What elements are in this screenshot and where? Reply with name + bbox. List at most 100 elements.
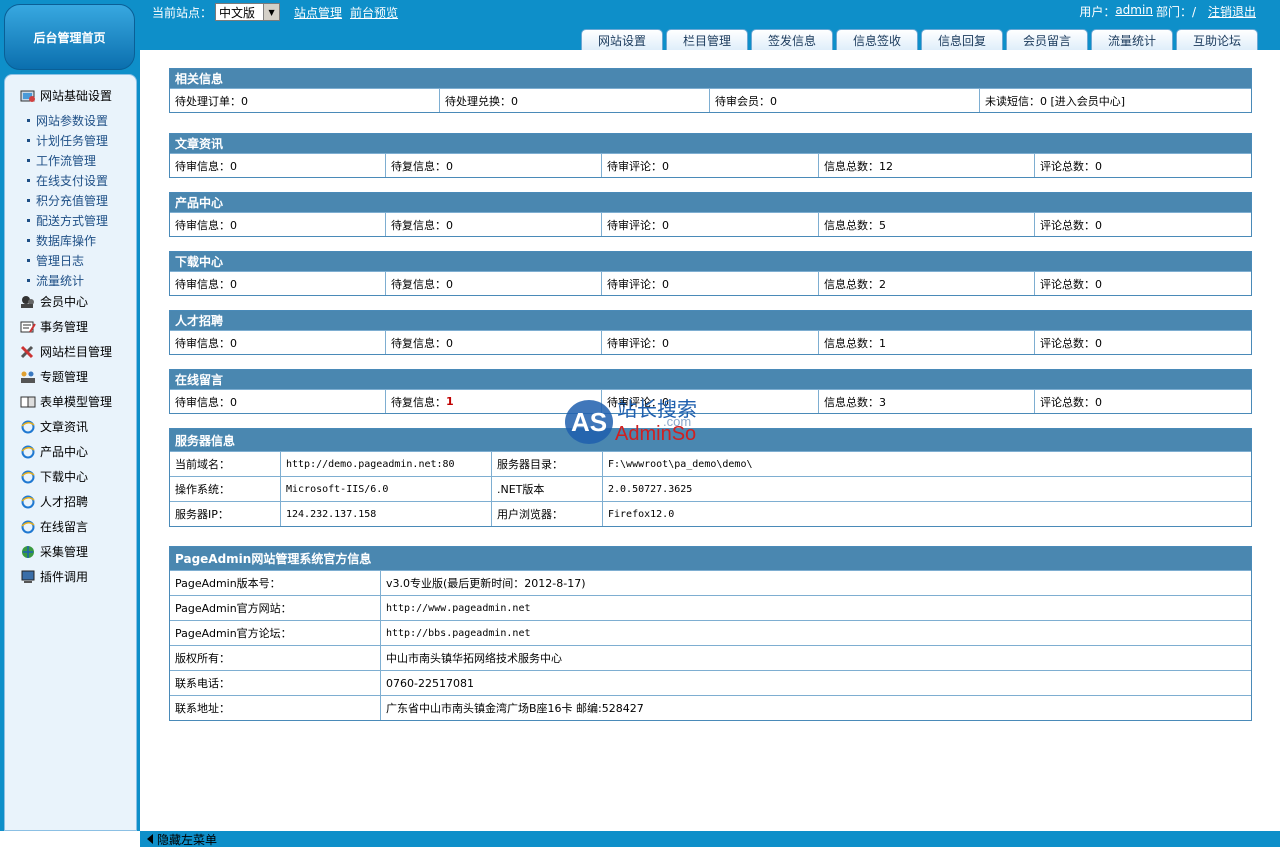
sidebar-sub-online-payment[interactable]: 在线支付设置 bbox=[27, 172, 108, 189]
official-forum-link[interactable]: http://bbs.pageadmin.net bbox=[381, 621, 1251, 645]
table-row: 当前域名： http://demo.pageadmin.net:80 服务器目录… bbox=[170, 451, 1251, 476]
table-row: 版权所有： 中山市南头镇华拓网络技术服务中心 bbox=[170, 645, 1251, 670]
panel-title: 在线留言 bbox=[170, 370, 1251, 389]
row-label: PageAdmin版本号： bbox=[170, 571, 381, 595]
stat-cell: 待审评论：0 bbox=[602, 272, 819, 295]
bullet-icon bbox=[27, 119, 30, 122]
sidebar-item-label: 网站基础设置 bbox=[40, 89, 113, 103]
sidebar-item-plugins[interactable]: 插件调用 bbox=[19, 568, 88, 585]
user-name-link[interactable]: admin bbox=[1115, 3, 1153, 20]
pending-orders: 待处理订单：0 bbox=[170, 89, 440, 112]
sidebar-item-guestbook[interactable]: 在线留言 bbox=[19, 518, 88, 535]
row-label: 版权所有： bbox=[170, 646, 381, 670]
row-value: Firefox12.0 bbox=[608, 508, 675, 520]
sidebar-item-downloads[interactable]: 下载中心 bbox=[19, 468, 88, 485]
bullet-icon bbox=[27, 259, 30, 262]
sidebar-item-column-manage[interactable]: 网站栏目管理 bbox=[19, 343, 112, 360]
sidebar-item-articles[interactable]: 文章资讯 bbox=[19, 418, 88, 435]
sidebar-item-topics[interactable]: 专题管理 bbox=[19, 368, 88, 385]
sidebar-sub-label: 工作流管理 bbox=[36, 154, 97, 168]
tab-forum[interactable]: 互助论坛 bbox=[1176, 29, 1258, 50]
sidebar-sub-traffic[interactable]: 流量统计 bbox=[27, 272, 84, 289]
logout-link[interactable]: 注销退出 bbox=[1208, 3, 1256, 20]
user-info: 用户： admin 部门：/ 注销退出 bbox=[1079, 3, 1256, 20]
official-website-link[interactable]: http://www.pageadmin.net bbox=[381, 596, 1251, 620]
table-row: 待审信息：0 待复信息：0 待审评论：0 信息总数：1 评论总数：0 bbox=[170, 330, 1251, 354]
globe-icon bbox=[19, 544, 37, 560]
sidebar-item-products[interactable]: 产品中心 bbox=[19, 443, 88, 460]
stat-cell: 评论总数：0 bbox=[1040, 395, 1102, 409]
panel-title: 产品中心 bbox=[170, 193, 1251, 212]
tab-reply-info[interactable]: 信息回复 bbox=[921, 29, 1003, 50]
sidebar-sub-scheduled-tasks[interactable]: 计划任务管理 bbox=[27, 132, 108, 149]
site-select[interactable]: 中文版 ▼ bbox=[215, 3, 281, 21]
sidebar-sub-label: 计划任务管理 bbox=[36, 134, 109, 148]
bullet-icon bbox=[27, 239, 30, 242]
tab-traffic-stats[interactable]: 流量统计 bbox=[1091, 29, 1173, 50]
sidebar-sub-shipping[interactable]: 配送方式管理 bbox=[27, 212, 108, 229]
admin-home-button[interactable]: 后台管理首页 bbox=[4, 4, 135, 70]
members-icon bbox=[19, 294, 37, 310]
unread-messages[interactable]: 未读短信：0 [进入会员中心] bbox=[980, 89, 1251, 112]
tasks-icon bbox=[19, 319, 37, 335]
stat-cell: 待审信息：0 bbox=[170, 331, 386, 354]
tab-site-settings[interactable]: 网站设置 bbox=[581, 29, 663, 50]
sidebar-item-form-models[interactable]: 表单模型管理 bbox=[19, 393, 112, 410]
sidebar-item-recruitment[interactable]: 人才招聘 bbox=[19, 493, 88, 510]
tab-member-messages[interactable]: 会员留言 bbox=[1006, 29, 1088, 50]
sidebar-item-members[interactable]: 会员中心 bbox=[19, 293, 88, 310]
table-row: PageAdmin官方网站： http://www.pageadmin.net bbox=[170, 595, 1251, 620]
hide-menu-button[interactable]: 隐藏左菜单 bbox=[157, 831, 217, 847]
pending-exchanges: 待处理兑换：0 bbox=[440, 89, 710, 112]
pending-members: 待审会员：0 bbox=[710, 89, 980, 112]
front-preview-link[interactable]: 前台预览 bbox=[350, 4, 398, 21]
sidebar-item-basic-settings[interactable]: 网站基础设置 bbox=[19, 87, 112, 104]
collapse-left-icon[interactable] bbox=[147, 834, 153, 844]
pending-reply-count[interactable]: 1 bbox=[446, 395, 454, 408]
panel-title: 服务器信息 bbox=[170, 429, 1251, 451]
sidebar-sub-label: 积分充值管理 bbox=[36, 194, 109, 208]
row-value: http://demo.pageadmin.net:80 bbox=[281, 452, 492, 476]
tab-column-manage[interactable]: 栏目管理 bbox=[666, 29, 748, 50]
table-row: 联系地址： 广东省中山市南头镇金湾广场B座16卡 邮编:528427 bbox=[170, 695, 1251, 720]
sidebar-item-label: 网站栏目管理 bbox=[40, 345, 113, 359]
row-value: 124.232.137.158 bbox=[281, 502, 492, 526]
panel-title: 文章资讯 bbox=[170, 134, 1251, 153]
tab-publish-info[interactable]: 签发信息 bbox=[751, 29, 833, 50]
row-value: 中山市南头镇华拓网络技术服务中心 bbox=[386, 652, 562, 665]
sidebar-sub-site-params[interactable]: 网站参数设置 bbox=[27, 112, 108, 129]
stat-cell: 评论总数：0 bbox=[1040, 159, 1102, 173]
ie-icon bbox=[19, 519, 37, 535]
current-site-label: 当前站点： bbox=[152, 5, 213, 20]
sidebar-item-collector[interactable]: 采集管理 bbox=[19, 543, 88, 560]
sidebar-sub-label: 管理日志 bbox=[36, 254, 85, 268]
row-label: 联系电话： bbox=[170, 671, 381, 695]
stat-cell: 待复信息：0 bbox=[386, 331, 602, 354]
sidebar-sub-label: 流量统计 bbox=[36, 274, 85, 288]
table-row: 待审信息：0 待复信息： 1 待审评论：0 信息总数：3 评论总数：0 bbox=[170, 389, 1251, 413]
sidebar-sub-workflow[interactable]: 工作流管理 bbox=[27, 152, 96, 169]
sidebar-sub-points-recharge[interactable]: 积分充值管理 bbox=[27, 192, 108, 209]
sidebar: 网站基础设置 网站参数设置 计划任务管理 工作流管理 在线支付设置 积分充值管理… bbox=[0, 50, 140, 831]
sidebar-sub-admin-log[interactable]: 管理日志 bbox=[27, 252, 84, 269]
stat-cell: 信息总数：2 bbox=[819, 272, 1035, 295]
row-value: F:\wwwroot\pa_demo\demo\ bbox=[608, 458, 753, 470]
row-label: 操作系统： bbox=[170, 477, 281, 501]
row-label: PageAdmin官方网站： bbox=[170, 596, 381, 620]
stat-cell: 待审信息：0 bbox=[170, 154, 386, 177]
sidebar-item-label: 在线留言 bbox=[40, 520, 89, 534]
stat-cell: 待审评论：0 bbox=[602, 213, 819, 236]
tab-receive-info[interactable]: 信息签收 bbox=[836, 29, 918, 50]
articles-panel: 文章资讯 待审信息：0 待复信息：0 待审评论：0 信息总数：12 评论总数：0 bbox=[169, 133, 1252, 178]
stat-cell: 待审信息：0 bbox=[170, 213, 386, 236]
row-value: 2.0.50727.3625 bbox=[608, 483, 693, 495]
stat-cell: 待复信息：0 bbox=[386, 154, 602, 177]
site-manage-link[interactable]: 站点管理 bbox=[294, 4, 342, 21]
table-row: 联系电话： 0760-22517081 bbox=[170, 670, 1251, 695]
sidebar-item-label: 文章资讯 bbox=[40, 420, 89, 434]
sidebar-item-tasks[interactable]: 事务管理 bbox=[19, 318, 88, 335]
chevron-down-icon[interactable]: ▼ bbox=[263, 4, 280, 20]
panel-title: 人才招聘 bbox=[170, 311, 1251, 330]
sidebar-sub-database[interactable]: 数据库操作 bbox=[27, 232, 96, 249]
table-row: 待审信息：0 待复信息：0 待审评论：0 信息总数：2 评论总数：0 bbox=[170, 271, 1251, 295]
